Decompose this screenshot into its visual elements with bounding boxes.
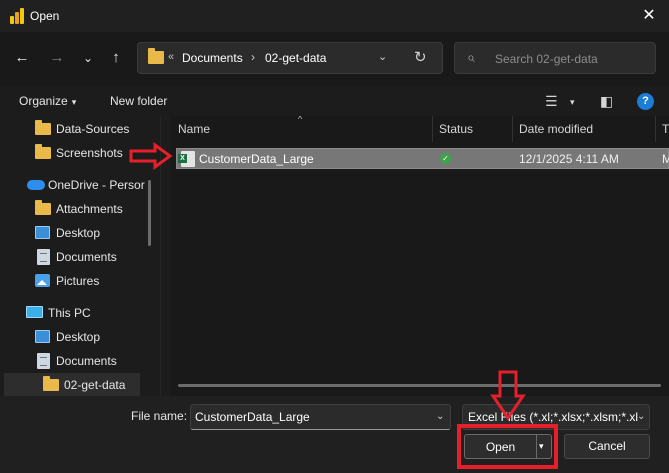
file-name-label: File name: [131, 409, 188, 423]
cloud-icon [27, 180, 45, 190]
folder-icon [43, 376, 59, 391]
file-date-modified: 12/1/2025 4:11 AM [519, 152, 619, 166]
sidebar-item-data-sources[interactable]: Data-Sources [0, 117, 150, 141]
new-folder-button[interactable]: New folder [110, 94, 167, 108]
chevron-down-icon: ▾ [71, 97, 77, 107]
pc-icon [26, 306, 43, 318]
sidebar-item-documents[interactable]: Documents [0, 245, 150, 269]
sidebar-item-label: Pictures [56, 274, 100, 288]
folder-icon [35, 200, 51, 215]
sidebar-item-label: OneDrive - Persor [48, 178, 145, 192]
column-header-type[interactable]: T [662, 122, 669, 136]
pane-divider[interactable] [160, 116, 161, 396]
organize-label: Organize [19, 94, 68, 108]
sidebar-item-label: This PC [48, 306, 91, 320]
folder-icon [35, 144, 51, 159]
dialog-footer: File name: CustomerData_Large ⌄ Excel Fi… [0, 396, 669, 473]
search-placeholder: Search 02-get-data [495, 52, 598, 66]
address-dropdown-icon[interactable]: ⌄ [378, 50, 387, 63]
navigation-bar: ← → ⌄ ↑ « Documents › 02-get-data ⌄ ↻ ⌕ … [0, 32, 669, 86]
search-box[interactable]: ⌕ Search 02-get-data [454, 42, 656, 74]
sidebar-item-02-get-data[interactable]: 02-get-data [4, 373, 140, 396]
sidebar-item-pictures[interactable]: Pictures [0, 269, 150, 293]
address-bar[interactable]: « Documents › 02-get-data ⌄ ↻ [137, 42, 443, 74]
file-list: ^ Name Status Date modified T CustomerDa… [170, 116, 669, 396]
column-divider[interactable] [512, 116, 513, 142]
sidebar-item-attachments[interactable]: Attachments [0, 197, 150, 221]
window-title: Open [30, 9, 60, 23]
sidebar-item-onedrive[interactable]: OneDrive - Persor [0, 173, 150, 197]
pictures-icon [35, 274, 50, 287]
chevron-down-icon[interactable]: ⌄ [436, 411, 444, 422]
sync-ok-icon: ✓ [440, 153, 451, 164]
command-bar: Organize ▾ New folder ☰ ▾ ◧ ? [0, 86, 669, 116]
forward-button[interactable]: → [45, 46, 69, 70]
sidebar-item-desktop[interactable]: Desktop [0, 221, 150, 245]
sort-ascending-icon: ^ [298, 116, 303, 124]
sidebar-item-label: Desktop [56, 226, 101, 240]
refresh-icon[interactable]: ↻ [414, 48, 427, 66]
desktop-icon [35, 226, 50, 239]
documents-icon [37, 249, 50, 265]
column-header-status[interactable]: Status [439, 122, 473, 136]
folder-icon [148, 48, 164, 64]
chevron-down-icon[interactable]: ▾ [570, 97, 575, 108]
sidebar-item-pc-documents[interactable]: Documents [0, 349, 150, 373]
sidebar-item-label: Documents [56, 250, 117, 264]
back-button[interactable]: ← [10, 46, 34, 70]
preview-pane-icon[interactable]: ◧ [600, 93, 613, 110]
sidebar-item-this-pc[interactable]: This PC [0, 301, 150, 325]
desktop-icon [35, 330, 50, 343]
close-button[interactable]: ✕ [635, 4, 663, 28]
horizontal-scrollbar[interactable] [178, 384, 661, 387]
sidebar-item-label: Screenshots [56, 146, 123, 160]
sidebar-item-label: Documents [56, 354, 117, 368]
breadcrumb-02-get-data[interactable]: 02-get-data [265, 51, 326, 65]
help-icon[interactable]: ? [637, 93, 654, 110]
view-options-icon[interactable]: ☰ [545, 93, 558, 110]
folder-icon [35, 120, 51, 135]
column-divider[interactable] [432, 116, 433, 142]
power-bi-icon [10, 8, 24, 24]
column-header-date-modified[interactable]: Date modified [519, 122, 593, 136]
organize-button[interactable]: Organize ▾ [19, 94, 76, 108]
file-type-cell: M [662, 152, 669, 166]
file-name-input[interactable]: CustomerData_Large [190, 404, 451, 430]
excel-file-icon [178, 151, 195, 167]
documents-icon [37, 353, 50, 369]
up-button[interactable]: ↑ [104, 46, 128, 70]
search-icon: ⌕ [467, 49, 475, 65]
title-bar: Open ✕ [0, 0, 669, 32]
recent-locations-button[interactable]: ⌄ [76, 46, 100, 70]
file-row-customerdata-large[interactable]: CustomerData_Large ✓ 12/1/2025 4:11 AM M [176, 148, 669, 169]
column-header-name[interactable]: Name [178, 122, 210, 136]
sidebar-item-screenshots[interactable]: Screenshots [0, 141, 150, 165]
cancel-button[interactable]: Cancel [564, 434, 650, 459]
sidebar-item-pc-desktop[interactable]: Desktop [0, 325, 150, 349]
address-prefix[interactable]: « [168, 51, 174, 63]
navigation-scrollbar[interactable] [148, 180, 151, 246]
breadcrumb-documents[interactable]: Documents [182, 51, 243, 65]
chevron-right-icon[interactable]: › [251, 50, 255, 64]
navigation-pane: Data-Sources Screenshots OneDrive - Pers… [0, 116, 160, 396]
sidebar-item-label: Data-Sources [56, 122, 130, 136]
chevron-down-icon[interactable]: ⌄ [637, 411, 645, 422]
open-button-highlight [457, 424, 558, 469]
sidebar-item-label: Desktop [56, 330, 101, 344]
sidebar-item-label: Attachments [56, 202, 123, 216]
file-name: CustomerData_Large [199, 152, 314, 166]
sidebar-item-label: 02-get-data [64, 378, 126, 392]
column-divider[interactable] [655, 116, 656, 142]
